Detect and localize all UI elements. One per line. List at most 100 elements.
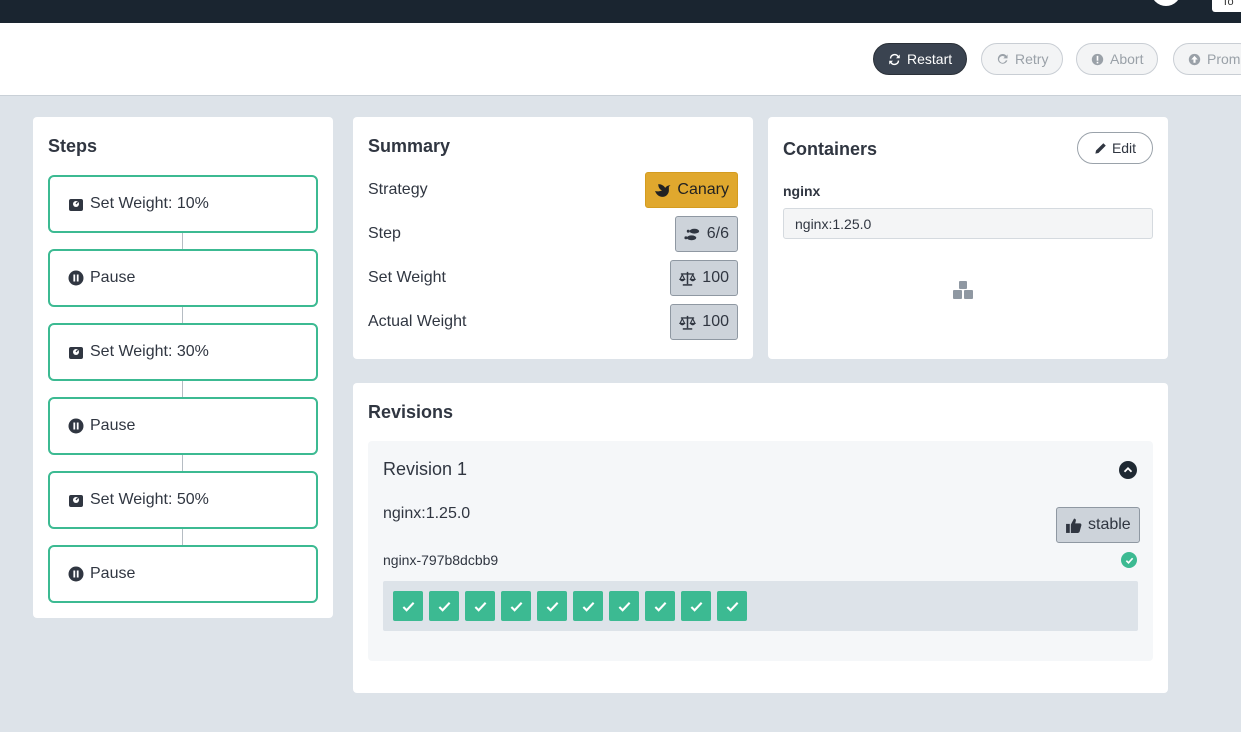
check-icon [582,601,594,612]
replicaset-status-icon [1121,552,1137,568]
container-name: nginx [783,183,821,199]
revisions-title: Revisions [368,402,454,422]
check-icon [546,601,558,612]
summary-panel: Summary Strategy Canary Step 6/6 Set Wei… [353,117,753,359]
check-icon [438,601,450,612]
pod-status[interactable] [537,591,567,621]
top-nav-bar: To [0,0,1241,23]
containers-panel: Containers Edit nginx [768,117,1168,359]
avatar[interactable] [1151,0,1181,6]
step-pause[interactable]: Pause [48,545,318,603]
summary-row-strategy: Strategy Canary [368,172,738,208]
arrow-circle-up-icon [1188,53,1201,65]
summary-label: Strategy [368,181,428,198]
pod-status[interactable] [717,591,747,621]
pod-status[interactable] [573,591,603,621]
pencil-icon [1095,142,1106,154]
actual-weight-badge: 100 [670,304,738,340]
abort-button[interactable]: Abort [1076,43,1159,75]
pause-circle-icon [68,270,84,286]
summary-row-set-weight: Set Weight 100 [368,260,738,296]
step-connector [182,381,183,397]
weight-icon [69,347,83,359]
summary-label: Actual Weight [368,313,467,330]
step-value: 6/6 [706,225,729,242]
dove-icon [655,183,671,197]
abort-label: Abort [1110,51,1144,67]
replicaset-name: nginx-797b8dcbb9 [383,552,499,568]
refresh-icon [889,53,900,65]
step-label: Pause [90,417,136,434]
check-icon [1125,557,1133,564]
collapse-toggle[interactable] [1119,461,1137,479]
step-label: Set Weight: 30% [90,343,209,360]
step-set-weight[interactable]: Set Weight: 50% [48,471,318,529]
revisions-panel: Revisions Revision 1 nginx:1.25.0 stable… [353,383,1168,693]
revision-image: nginx:1.25.0 [383,505,471,522]
exclamation-circle-icon [1091,53,1104,65]
summary-label: Set Weight [368,269,446,286]
redo-icon [997,53,1008,64]
step-label: Pause [90,565,136,582]
check-icon [690,601,702,612]
step-label: Set Weight: 10% [90,195,209,212]
chevron-up-icon [1123,467,1133,473]
retry-label: Retry [1015,51,1049,67]
edit-button[interactable]: Edit [1077,132,1153,164]
step-connector [182,233,183,249]
pod-status[interactable] [645,591,675,621]
summary-row-step: Step 6/6 [368,216,738,252]
action-toolbar: Restart Retry Abort Prom [0,23,1241,96]
strategy-value: Canary [677,181,729,198]
retry-button[interactable]: Retry [981,43,1064,75]
check-icon [510,601,522,612]
edit-label: Edit [1111,140,1137,156]
check-icon [618,601,630,612]
pod-status[interactable] [465,591,495,621]
steps-title: Steps [48,136,98,156]
stable-label: stable [1088,516,1131,533]
step-label: Pause [90,269,136,286]
pod-status[interactable] [681,591,711,621]
weight-icon [69,199,83,211]
step-set-weight[interactable]: Set Weight: 10% [48,175,318,233]
step-set-weight[interactable]: Set Weight: 30% [48,323,318,381]
set-weight-value: 100 [702,269,729,286]
actual-weight-value: 100 [702,313,729,330]
step-pause[interactable]: Pause [48,397,318,455]
check-icon [474,601,486,612]
check-icon [654,601,666,612]
pause-circle-icon [68,566,84,582]
pod-status[interactable] [501,591,531,621]
container-image-input[interactable] [783,208,1153,239]
step-pause[interactable]: Pause [48,249,318,307]
thumbs-up-icon [1066,518,1082,533]
step-label: Set Weight: 50% [90,491,209,508]
balance-scale-icon [679,315,697,330]
promote-button[interactable]: Prom [1173,43,1241,75]
pod-status[interactable] [393,591,423,621]
stable-badge: stable [1056,507,1140,543]
shoe-prints-icon [684,228,699,240]
check-icon [402,601,414,612]
pod-status[interactable] [429,591,459,621]
revision-title: Revision 1 [383,459,468,479]
containers-title: Containers [783,139,878,159]
summary-row-actual-weight: Actual Weight 100 [368,304,738,340]
step-connector [182,529,183,545]
summary-title: Summary [368,136,451,156]
step-connector [182,455,183,471]
set-weight-badge: 100 [670,260,738,296]
namespace-selector[interactable]: To [1212,0,1241,12]
pod-status[interactable] [609,591,639,621]
steps-panel: Steps Set Weight: 10% Pause Set Weight: … [33,117,333,618]
step-connector [182,307,183,323]
restart-button[interactable]: Restart [873,43,968,75]
promote-label: Prom [1207,51,1241,67]
balance-scale-icon [679,271,697,286]
step-badge: 6/6 [674,216,738,252]
revision-card: Revision 1 nginx:1.25.0 stable nginx-797… [368,441,1153,661]
restart-label: Restart [907,51,953,67]
check-icon [726,601,738,612]
weight-icon [69,495,83,507]
